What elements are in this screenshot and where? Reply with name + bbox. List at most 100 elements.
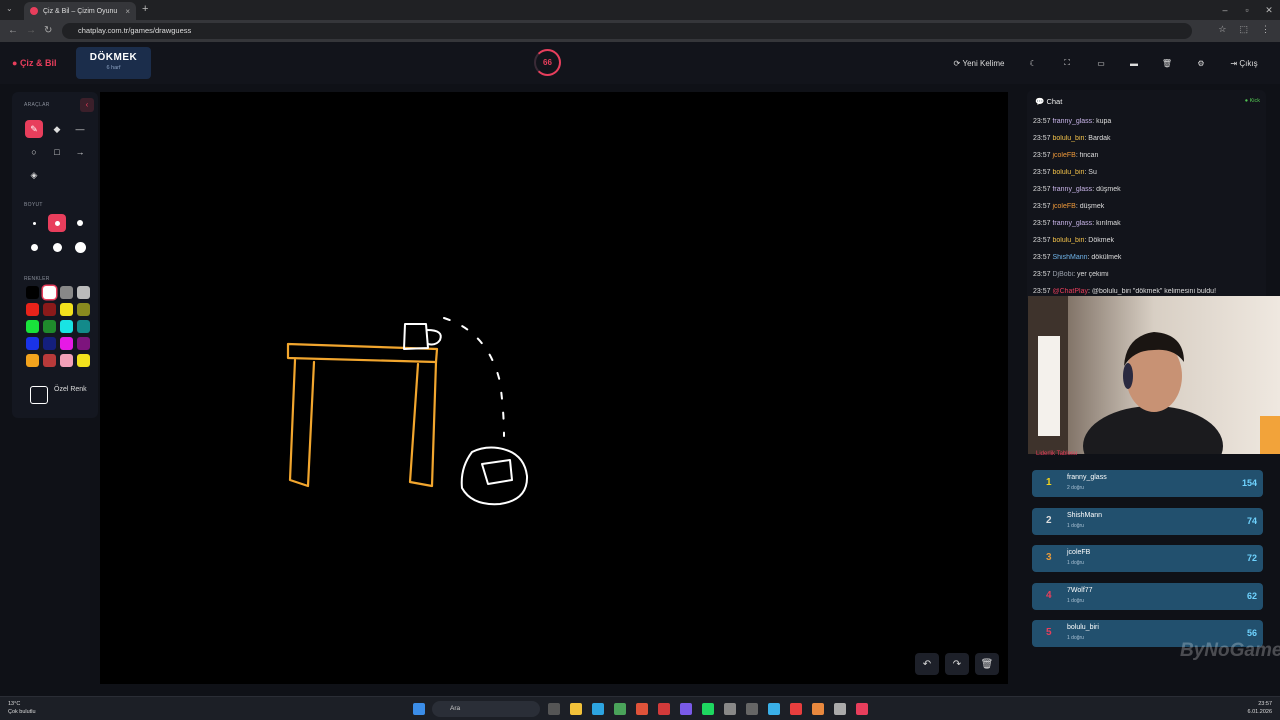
color-swatch[interactable] bbox=[77, 303, 90, 316]
color-swatch[interactable] bbox=[77, 337, 90, 350]
app-icon-4[interactable] bbox=[746, 703, 758, 715]
start-icon[interactable] bbox=[413, 703, 425, 715]
size-2-button[interactable] bbox=[48, 214, 66, 232]
tools-panel: ARAÇLAR ‹ ✎ ◆ — ○ □ → ◈ BOYUT RENKLER Öz… bbox=[12, 92, 98, 418]
chat-time: 23:57 bbox=[1033, 254, 1051, 261]
new-tab-icon[interactable]: + bbox=[142, 3, 148, 15]
color-swatch[interactable] bbox=[26, 354, 39, 367]
fullscreen-icon[interactable]: ⛶ bbox=[1056, 52, 1078, 74]
taskbar-search[interactable]: Ara bbox=[432, 701, 540, 717]
reload-icon[interactable]: ↻ bbox=[44, 25, 52, 36]
timer-value: 66 bbox=[543, 58, 552, 67]
forward-icon[interactable]: → bbox=[26, 25, 36, 36]
bookmark-star-icon[interactable]: ☆ bbox=[1218, 24, 1226, 35]
color-swatch[interactable] bbox=[60, 337, 73, 350]
app-icon-1[interactable] bbox=[658, 703, 670, 715]
app-icon-7[interactable] bbox=[812, 703, 824, 715]
arrow-tool-icon[interactable]: → bbox=[71, 143, 89, 161]
size-6-button[interactable] bbox=[71, 238, 89, 256]
chrome-icon[interactable] bbox=[636, 703, 648, 715]
chat-message: 23:57 ShishMann: dökülmek bbox=[1033, 254, 1265, 271]
line-tool-icon[interactable]: — bbox=[71, 120, 89, 138]
chat-text: : kupa bbox=[1092, 118, 1112, 125]
color-swatch[interactable] bbox=[26, 303, 39, 316]
store-icon[interactable] bbox=[614, 703, 626, 715]
color-swatch[interactable] bbox=[43, 337, 56, 350]
dark-mode-icon[interactable]: ☾ bbox=[1022, 52, 1044, 74]
eraser-tool-icon[interactable]: ◆ bbox=[48, 120, 66, 138]
tab-list-icon[interactable]: ⌄ bbox=[6, 4, 13, 13]
color-swatch[interactable] bbox=[43, 286, 56, 299]
color-swatch[interactable] bbox=[60, 354, 73, 367]
color-swatch[interactable] bbox=[77, 286, 90, 299]
close-tab-icon[interactable]: × bbox=[125, 7, 130, 16]
color-swatch[interactable] bbox=[26, 320, 39, 333]
exit-button[interactable]: ⇥ Çıkış bbox=[1226, 52, 1262, 74]
chat-text: : kırılmak bbox=[1092, 220, 1121, 227]
color-swatch[interactable] bbox=[43, 303, 56, 316]
layout-icon[interactable]: ▭ bbox=[1090, 52, 1112, 74]
panel-icon[interactable]: ▬ bbox=[1123, 52, 1145, 74]
color-swatch[interactable] bbox=[77, 354, 90, 367]
chat-time: 23:57 bbox=[1033, 135, 1051, 142]
round-timer: 66 bbox=[534, 49, 561, 76]
color-swatch[interactable] bbox=[26, 286, 39, 299]
custom-color-button[interactable] bbox=[30, 386, 48, 404]
chat-text: : @bolulu_biri "dökmek" kelimesini buldu… bbox=[1088, 288, 1217, 295]
explorer-icon[interactable] bbox=[570, 703, 582, 715]
taskview-icon[interactable] bbox=[548, 703, 560, 715]
color-swatch[interactable] bbox=[60, 303, 73, 316]
spotify-icon[interactable] bbox=[702, 703, 714, 715]
url-field[interactable]: chatplay.com.tr/games/drawguess bbox=[62, 23, 1192, 39]
edge-icon[interactable] bbox=[592, 703, 604, 715]
color-swatch[interactable] bbox=[77, 320, 90, 333]
trash-icon[interactable]: 🗑 bbox=[1156, 52, 1178, 74]
chat-messages[interactable]: 23:57 franny_glass : kupa 23:57 bolulu_bir… bbox=[1033, 118, 1265, 305]
chat-time: 23:57 bbox=[1033, 237, 1051, 244]
app-icon-3[interactable] bbox=[724, 703, 736, 715]
extensions-icon[interactable]: ⬚ bbox=[1239, 24, 1248, 35]
color-swatch[interactable] bbox=[60, 320, 73, 333]
size-3-button[interactable] bbox=[71, 214, 89, 232]
drawing bbox=[286, 317, 529, 506]
drawing-canvas[interactable]: ↶ ↷ 🗑 bbox=[100, 92, 1008, 684]
browser-tab[interactable]: Çiz & Bil – Çizim Oyunu × bbox=[24, 2, 136, 20]
app-logo[interactable]: ● Çiz & Bil bbox=[12, 58, 56, 68]
leaderboard-row: 4 7Wolf77 1 doğru 62 bbox=[1032, 582, 1263, 610]
menu-icon[interactable]: ⋮ bbox=[1261, 24, 1270, 35]
leaderboard-rank: 3 bbox=[1046, 552, 1052, 563]
app-icon-6[interactable] bbox=[790, 703, 802, 715]
size-4-button[interactable] bbox=[25, 238, 43, 256]
app-icon-8[interactable] bbox=[834, 703, 846, 715]
color-swatch[interactable] bbox=[43, 354, 56, 367]
clear-canvas-icon[interactable]: 🗑 bbox=[975, 653, 999, 675]
color-swatch[interactable] bbox=[60, 286, 73, 299]
app-icon-5[interactable] bbox=[768, 703, 780, 715]
chat-message: 23:57 jcoleFB: fincan bbox=[1033, 152, 1265, 169]
weather-widget[interactable]: 13°C Çok bulutlu bbox=[8, 700, 36, 716]
collapse-panel-icon[interactable]: ‹ bbox=[80, 98, 94, 112]
fill-bucket-icon[interactable]: ◈ bbox=[25, 166, 43, 184]
minimize-icon[interactable]: – bbox=[1214, 0, 1236, 20]
pencil-tool-icon[interactable]: ✎ bbox=[25, 120, 43, 138]
size-1-button[interactable] bbox=[25, 214, 43, 232]
app-icon-9[interactable] bbox=[856, 703, 868, 715]
redo-icon[interactable]: ↷ bbox=[945, 653, 969, 675]
new-word-button[interactable]: ⟳ Yeni Kelime bbox=[946, 52, 1012, 74]
rectangle-tool-icon[interactable]: □ bbox=[48, 143, 66, 161]
chat-user: franny_glass bbox=[1052, 220, 1093, 227]
circle-tool-icon[interactable]: ○ bbox=[25, 143, 43, 161]
color-swatch[interactable] bbox=[26, 337, 39, 350]
undo-icon[interactable]: ↶ bbox=[915, 653, 939, 675]
settings-gear-icon[interactable]: ⚙ bbox=[1190, 52, 1212, 74]
maximize-icon[interactable]: ▫ bbox=[1236, 0, 1258, 20]
chat-user: ShishMann bbox=[1052, 254, 1088, 261]
back-icon[interactable]: ← bbox=[8, 25, 18, 36]
close-window-icon[interactable]: ✕ bbox=[1258, 0, 1280, 20]
clock[interactable]: 23:57 6.01.2026 bbox=[1248, 700, 1272, 716]
color-swatch[interactable] bbox=[43, 320, 56, 333]
chat-user: bolulu_biri bbox=[1052, 135, 1085, 142]
chat-time: 23:57 bbox=[1033, 169, 1051, 176]
size-5-button[interactable] bbox=[48, 238, 66, 256]
app-icon-2[interactable] bbox=[680, 703, 692, 715]
